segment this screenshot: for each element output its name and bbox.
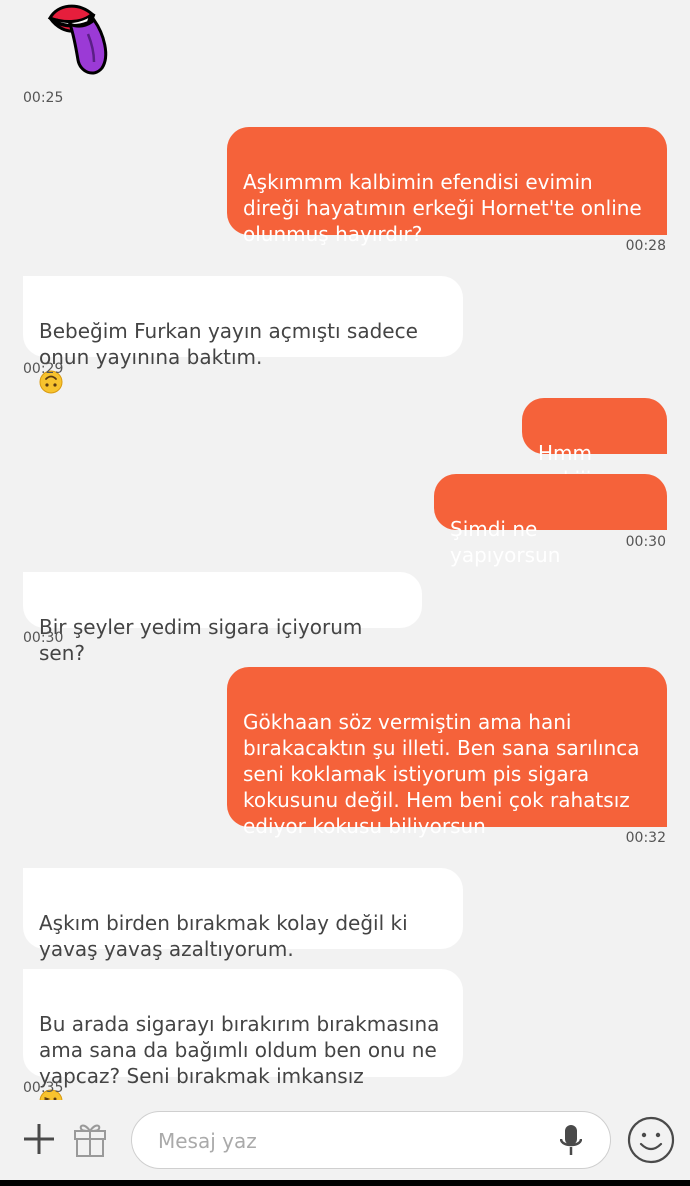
message-time: 00:30 bbox=[625, 534, 666, 550]
outgoing-message[interactable]: Aşkımmm kalbimin efendisi evimin direği … bbox=[227, 127, 667, 246]
message-time: 00:25 bbox=[23, 90, 64, 106]
message-time: 00:28 bbox=[625, 238, 666, 254]
incoming-message[interactable]: Bir şeyler yedim sigara içiyorum sen? bbox=[23, 572, 422, 665]
message-text: Aşkımmm kalbimin efendisi evimin direği … bbox=[243, 170, 642, 246]
gift-icon[interactable] bbox=[72, 1120, 108, 1158]
smiley-icon[interactable] bbox=[627, 1116, 675, 1164]
message-text: Aşkım birden bırakmak kolay değil ki yav… bbox=[39, 911, 408, 961]
message-text: Gökhaan söz vermiştin ama hani bırakacak… bbox=[243, 710, 640, 838]
outgoing-message[interactable]: Gökhaan söz vermiştin ama hani bırakacak… bbox=[227, 667, 667, 838]
incoming-message[interactable]: Bebeğim Furkan yayın açmıştı sadece onun… bbox=[23, 276, 463, 394]
message-input[interactable]: Mesaj yaz bbox=[131, 1111, 611, 1169]
tongue-lips-sticker-icon[interactable] bbox=[44, 0, 116, 80]
message-text: Şimdi ne yapıyorsun bbox=[450, 517, 561, 567]
message-text: Bir şeyler yedim sigara içiyorum sen? bbox=[39, 615, 363, 665]
microphone-icon[interactable] bbox=[560, 1124, 582, 1158]
message-time: 00:30 bbox=[23, 630, 64, 646]
incoming-message[interactable]: Aşkım birden bırakmak kolay değil ki yav… bbox=[23, 868, 463, 961]
message-time: 00:29 bbox=[23, 361, 64, 377]
outgoing-message[interactable]: Şimdi ne yapıyorsun bbox=[434, 474, 667, 567]
outgoing-message[interactable]: Hmm pekiii bbox=[522, 398, 667, 491]
message-text: Bebeğim Furkan yayın açmıştı sadece onun… bbox=[39, 319, 418, 369]
message-text: Bu arada sigarayı bırakırım bırakmasına … bbox=[39, 1012, 440, 1088]
incoming-message[interactable]: Bu arada sigarayı bırakırım bırakmasına … bbox=[23, 969, 463, 1113]
message-time: 00:32 bbox=[625, 830, 666, 846]
message-input-placeholder: Mesaj yaz bbox=[158, 1129, 257, 1153]
plus-icon[interactable] bbox=[22, 1122, 56, 1156]
chat-thread: 00:25 Aşkımmm kalbimin efendisi evimin d… bbox=[0, 0, 690, 1113]
message-time: 00:35 bbox=[23, 1080, 64, 1096]
system-navigation-bar bbox=[0, 1180, 690, 1186]
